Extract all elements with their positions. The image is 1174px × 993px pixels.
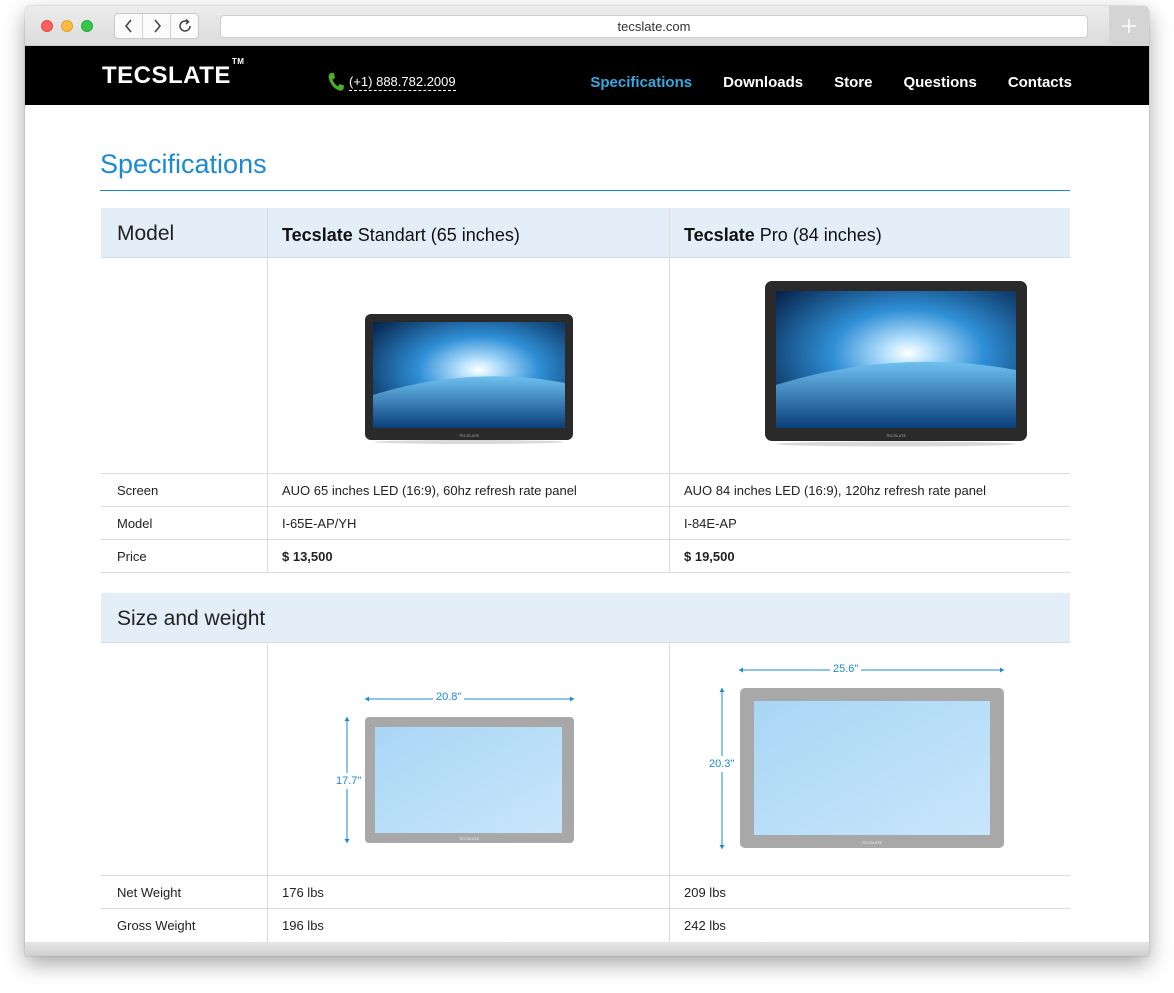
screen-brand-label: TECSLATE — [886, 433, 907, 438]
cell-value: I-84E-AP — [684, 516, 737, 531]
nav-questions[interactable]: Questions — [903, 74, 976, 91]
cell-value: AUO 84 inches LED (16:9), 120hz refresh … — [684, 483, 987, 498]
nav-downloads[interactable]: Downloads — [723, 74, 803, 91]
cell-value: 242 lbs — [684, 918, 726, 933]
product-image-row: TECSLATE TECSLATE — [101, 258, 1070, 474]
display-image-pro: TECSLATE — [765, 281, 1027, 447]
cell-value: AUO 65 inches LED (16:9), 60hz refresh r… — [282, 483, 577, 498]
zoom-window-button[interactable] — [81, 20, 93, 32]
new-tab-button[interactable] — [1109, 6, 1149, 46]
main-nav: Specifications Downloads Store Questions… — [590, 74, 1072, 91]
model-header-label: Model — [117, 222, 175, 245]
dimension-diagram-pro: TECSLATE — [719, 667, 1004, 849]
table-row: Model I-65E-AP/YH I-84E-AP — [101, 507, 1070, 540]
table-row: Gross Weight 196 lbs 242 lbs — [101, 909, 1070, 943]
back-button[interactable] — [115, 14, 143, 38]
table-row: Screen AUO 65 inches LED (16:9), 60hz re… — [101, 474, 1070, 507]
window-bottom-edge — [25, 942, 1149, 956]
model-name: Standart (65 inches) — [357, 225, 520, 245]
row-label: Screen — [117, 483, 159, 498]
phone-contact: (+1) 888.782.2009 — [327, 72, 456, 92]
chevron-left-icon — [124, 19, 132, 33]
screen-brand-label: TECSLATE — [459, 433, 480, 438]
dimension-image-row: TECSLATE 20.8" 17.7" TECSLATE 25.6" 20.3… — [101, 643, 1070, 876]
title-divider — [100, 190, 1070, 191]
display-image-standart: TECSLATE — [365, 314, 573, 444]
size-header-label: Size and weight — [117, 607, 266, 630]
nav-store[interactable]: Store — [834, 74, 872, 91]
logo-text: TECSLATE — [102, 62, 231, 89]
brand-name: Tecslate — [684, 225, 755, 245]
table-row: Net Weight 176 lbs 209 lbs — [101, 876, 1070, 909]
model-column-standart: Tecslate Standart (65 inches) — [282, 225, 520, 246]
model-name: Pro (84 inches) — [759, 225, 882, 245]
size-header-row: Size and weight — [101, 593, 1070, 643]
model-column-pro: Tecslate Pro (84 inches) — [684, 225, 882, 246]
cell-value: I-65E-AP/YH — [282, 516, 357, 531]
brand-name: Tecslate — [282, 225, 353, 245]
logo-trademark: TM — [231, 57, 245, 66]
chevron-right-icon — [153, 19, 161, 33]
phone-number-link[interactable]: (+1) 888.782.2009 — [349, 74, 456, 91]
price-value: $ 19,500 — [684, 549, 735, 564]
height-dimension-label: 20.3" — [709, 756, 735, 772]
close-window-button[interactable] — [41, 20, 53, 32]
navigation-buttons — [114, 13, 199, 39]
address-bar[interactable]: tecslate.com — [220, 15, 1088, 38]
row-label: Price — [117, 549, 147, 564]
reload-icon — [178, 18, 191, 32]
table-row: Price $ 13,500 $ 19,500 — [101, 540, 1070, 573]
price-value: $ 13,500 — [282, 549, 333, 564]
browser-window: tecslate.com TECSLATETM (+1) 888.782.200… — [25, 6, 1149, 956]
model-header-row: Model Tecslate Standart (65 inches) Tecs… — [101, 208, 1070, 258]
phone-icon — [328, 73, 344, 91]
plus-icon — [1122, 19, 1136, 33]
reload-button[interactable] — [171, 14, 198, 38]
forward-button[interactable] — [143, 14, 171, 38]
height-dimension-label: 17.7" — [336, 773, 362, 789]
width-dimension-label: 25.6" — [830, 663, 862, 675]
site-logo[interactable]: TECSLATETM — [102, 57, 244, 90]
cell-value: 176 lbs — [282, 885, 324, 900]
cell-value: 209 lbs — [684, 885, 726, 900]
nav-contacts[interactable]: Contacts — [1008, 74, 1072, 91]
site-header: TECSLATETM (+1) 888.782.2009 Specificati… — [25, 46, 1149, 105]
row-label: Model — [117, 516, 153, 531]
nav-specifications[interactable]: Specifications — [590, 74, 692, 91]
browser-toolbar: tecslate.com — [25, 6, 1149, 46]
row-label: Net Weight — [117, 885, 182, 900]
minimize-window-button[interactable] — [61, 20, 73, 32]
screen-brand-label: TECSLATE — [862, 840, 883, 845]
cell-value: 196 lbs — [282, 918, 324, 933]
width-dimension-label: 20.8" — [433, 691, 465, 703]
row-label: Gross Weight — [117, 918, 196, 933]
dimension-diagram-standart: TECSLATE — [344, 696, 574, 843]
page-title: Specifications — [100, 149, 267, 179]
column-divider — [267, 208, 268, 258]
screen-brand-label: TECSLATE — [459, 836, 480, 841]
